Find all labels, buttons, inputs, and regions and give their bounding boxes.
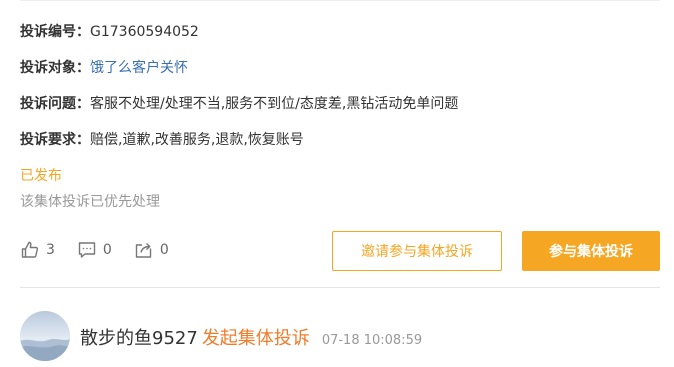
complaint-request-label: 投诉要求： <box>20 132 90 148</box>
complaint-issue-row: 投诉问题：客服不处理/处理不当,服务不到位/态度差,黑钻活动免单问题 <box>20 94 458 114</box>
complaint-request-value: 赔偿,道歉,改善服务,退款,恢复账号 <box>90 132 304 148</box>
section-divider <box>20 287 660 288</box>
like-button[interactable]: 3 <box>20 240 55 260</box>
author-action: 发起集体投诉 <box>201 328 310 349</box>
complaint-number-value: G17360594052 <box>90 24 199 40</box>
status-badge: 已发布 <box>20 168 62 184</box>
complaint-target-label: 投诉对象： <box>20 60 90 76</box>
invite-collective-complaint-button[interactable]: 邀请参与集体投诉 <box>332 231 502 271</box>
thumbs-up-icon <box>21 241 39 258</box>
complaint-issue-label: 投诉问题： <box>20 96 90 112</box>
post-timestamp: 07-18 10:08:59 <box>321 333 423 348</box>
comment-button[interactable]: 0 <box>77 240 112 260</box>
share-count: 0 <box>159 242 169 258</box>
comment-icon <box>78 242 96 258</box>
top-divider <box>20 0 660 1</box>
avatar[interactable] <box>20 311 70 361</box>
action-row: 3 0 0 <box>20 238 191 262</box>
like-count: 3 <box>46 242 55 258</box>
share-icon <box>135 242 152 258</box>
complaint-request-row: 投诉要求：赔偿,道歉,改善服务,退款,恢复账号 <box>20 130 304 150</box>
comment-count: 0 <box>102 242 112 258</box>
status-note: 该集体投诉已优先处理 <box>20 194 160 210</box>
author-name[interactable]: 散步的鱼9527 <box>80 324 198 350</box>
author-line: 散步的鱼9527 发起集体投诉 07-18 10:08:59 <box>80 324 422 350</box>
complaint-target-link[interactable]: 饿了么客户关怀 <box>90 60 188 76</box>
complaint-target-row: 投诉对象：饿了么客户关怀 <box>20 58 188 78</box>
complaint-number-label: 投诉编号： <box>20 24 90 40</box>
complaint-issue-value: 客服不处理/处理不当,服务不到位/态度差,黑钻活动免单问题 <box>90 96 459 112</box>
complaint-number-row: 投诉编号：G17360594052 <box>20 22 199 42</box>
share-button[interactable]: 0 <box>134 240 169 260</box>
join-collective-complaint-button[interactable]: 参与集体投诉 <box>522 231 660 271</box>
